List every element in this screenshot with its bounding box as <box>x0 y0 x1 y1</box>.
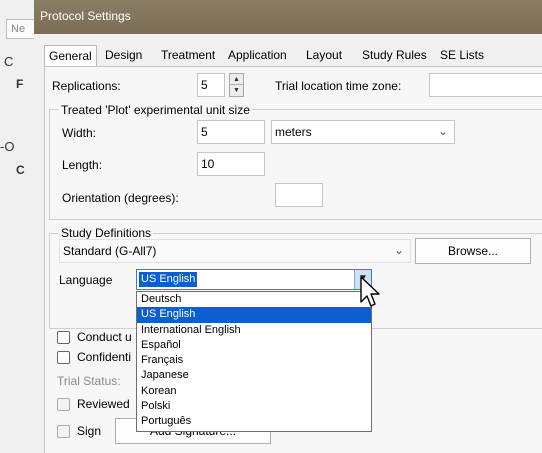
conduct-checkbox[interactable] <box>57 331 70 344</box>
tab-design[interactable]: Design <box>105 48 142 62</box>
language-label: Language <box>59 273 113 287</box>
trial-status-label: Trial Status: <box>57 374 121 388</box>
language-option[interactable]: Polski <box>137 399 371 414</box>
language-select-value: US English <box>139 272 198 287</box>
language-select[interactable]: US English ▼ <box>136 269 372 290</box>
orientation-input[interactable] <box>275 183 323 207</box>
study-definition-select[interactable]: Standard (G-All7) ⌄ <box>59 239 411 263</box>
confidential-label: Confidenti <box>77 350 132 364</box>
replications-label: Replications: <box>52 79 121 93</box>
replications-input[interactable]: 5 <box>197 73 225 97</box>
chevron-down-icon[interactable]: ⌄ <box>394 243 404 257</box>
conduct-label: Conduct u <box>77 330 132 344</box>
sign-label: Sign <box>77 424 102 438</box>
tab-treatment[interactable]: Treatment <box>161 48 215 62</box>
background-text-1: C <box>4 54 14 69</box>
unit-select-value: meters <box>275 125 312 139</box>
stepper-up-icon[interactable]: ▲ <box>230 74 243 85</box>
protocol-settings-dialog: Protocol Settings General Design Treatme… <box>34 0 542 453</box>
tab-application[interactable]: Application <box>228 48 287 62</box>
dialog-title: Protocol Settings <box>40 9 131 23</box>
language-option[interactable]: Español <box>137 338 371 353</box>
chevron-down-icon[interactable]: ⌄ <box>438 124 448 138</box>
language-option[interactable]: Korean <box>137 384 371 399</box>
length-input[interactable]: 10 <box>197 152 265 176</box>
tab-layout[interactable]: Layout <box>306 48 342 62</box>
replications-stepper[interactable]: ▲ ▼ <box>229 73 244 97</box>
reviewed-label: Reviewed <box>77 397 130 411</box>
tab-strip: General Design Treatment Application Lay… <box>44 45 542 67</box>
confidential-checkbox[interactable] <box>57 351 70 364</box>
language-option-selected[interactable]: US English <box>137 307 371 323</box>
width-label: Width: <box>62 126 97 140</box>
background-text-2: F <box>16 77 24 91</box>
study-definitions-group-title: Study Definitions <box>59 226 154 240</box>
background-text-4: C <box>16 163 25 177</box>
plot-size-group-title: Treated 'Plot' experimental unit size <box>59 103 252 117</box>
language-option[interactable]: Deutsch <box>137 292 371 307</box>
background-tab[interactable]: Ne <box>6 19 34 39</box>
language-option[interactable]: International English <box>137 323 371 338</box>
background-text-3: -O <box>0 139 15 154</box>
dialog-titlebar[interactable]: Protocol Settings <box>34 0 542 34</box>
reviewed-checkbox[interactable] <box>57 398 70 411</box>
browse-button[interactable]: Browse... <box>415 238 531 264</box>
tab-se-lists[interactable]: SE Lists <box>440 48 484 62</box>
length-label: Length: <box>62 158 103 172</box>
study-definition-value: Standard (G-All7) <box>63 244 157 258</box>
language-dropdown-list[interactable]: Deutsch US English International English… <box>136 291 372 432</box>
language-option[interactable]: Français <box>137 353 371 368</box>
timezone-input[interactable] <box>429 73 542 97</box>
sign-checkbox[interactable] <box>57 425 70 438</box>
stepper-down-icon[interactable]: ▼ <box>230 85 243 96</box>
tab-general[interactable]: General <box>44 45 97 67</box>
tab-study-rules[interactable]: Study Rules <box>362 48 427 62</box>
background-window: Ne C F -O C <box>0 0 34 453</box>
mouse-pointer-icon <box>360 276 380 307</box>
language-option[interactable]: Português <box>137 414 371 429</box>
language-option[interactable]: Japanese <box>137 368 371 383</box>
general-tab-panel: Replications: 5 ▲ ▼ Trial location time … <box>44 66 542 453</box>
timezone-label: Trial location time zone: <box>275 79 402 93</box>
width-input[interactable]: 5 <box>197 120 265 144</box>
orientation-label: Orientation (degrees): <box>62 191 179 205</box>
unit-select[interactable]: meters ⌄ <box>271 120 455 144</box>
